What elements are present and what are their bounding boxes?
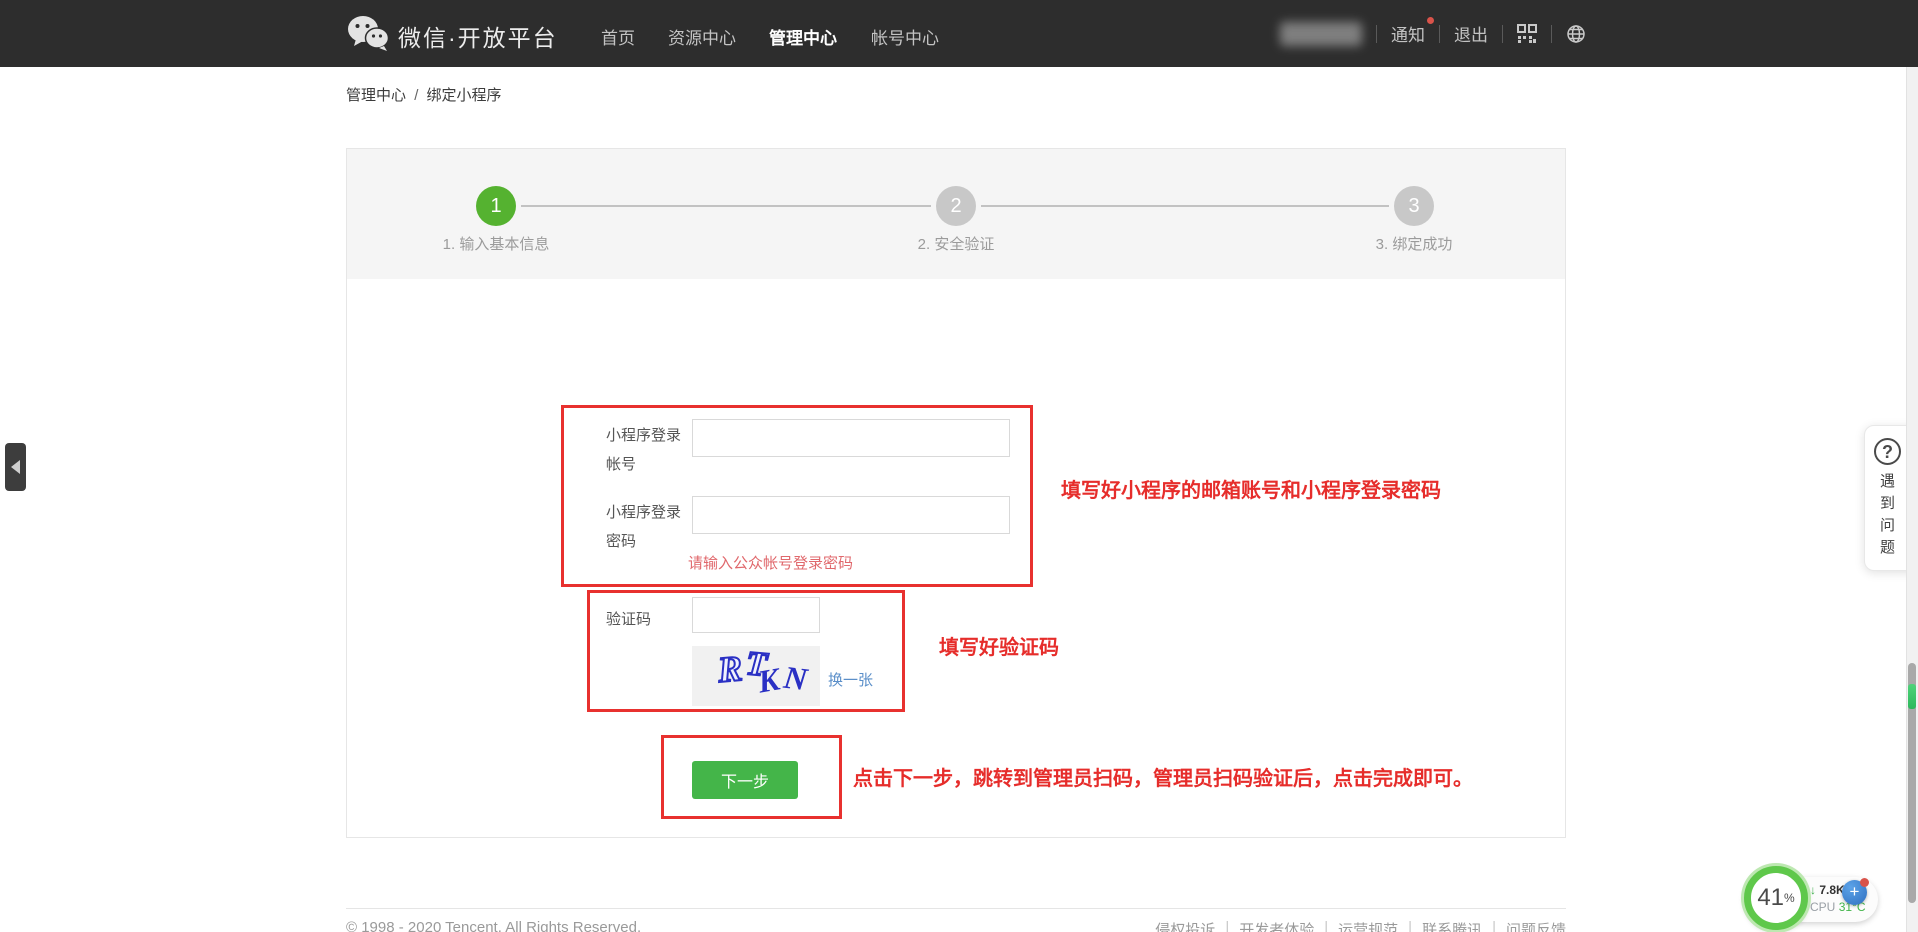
notifications-link[interactable]: 通知 bbox=[1391, 21, 1425, 46]
submit-annotation: 点击下一步，跳转到管理员扫码，管理员扫码验证后，点击完成即可。 bbox=[853, 762, 1473, 791]
captcha-char: N bbox=[782, 659, 809, 699]
help-panel-char: 遇 bbox=[1874, 471, 1901, 493]
captcha-annotation: 填写好验证码 bbox=[939, 631, 1059, 660]
sidebar-collapse-tab[interactable] bbox=[5, 443, 26, 491]
password-error-text: 请输入公众帐号登录密码 bbox=[688, 552, 853, 573]
footer-link-separator: | bbox=[1225, 919, 1229, 932]
bind-miniprogram-card: 1 2 3 1. 输入基本信息 2. 安全验证 3. 绑定成功 小程序登录帐号 … bbox=[346, 148, 1566, 838]
widget-badge-dot bbox=[1860, 878, 1869, 887]
breadcrumb: 管理中心 / 绑定小程序 bbox=[346, 84, 502, 105]
captcha-char: R bbox=[716, 647, 744, 691]
step-3-label: 3. 绑定成功 bbox=[1294, 233, 1534, 254]
nav-item-management[interactable]: 管理中心 bbox=[769, 24, 837, 49]
cpu-label: CPU bbox=[1810, 900, 1835, 914]
breadcrumb-management-center[interactable]: 管理中心 bbox=[346, 87, 406, 104]
fields-annotation: 填写好小程序的邮箱账号和小程序登录密码 bbox=[1061, 474, 1441, 503]
breadcrumb-bind-miniprogram: 绑定小程序 bbox=[427, 87, 502, 104]
step-2-circle: 2 bbox=[936, 186, 976, 226]
password-label: 小程序登录密码 bbox=[606, 498, 692, 556]
help-panel-char: 问 bbox=[1874, 515, 1901, 537]
captcha-refresh-link[interactable]: 换一张 bbox=[828, 669, 873, 690]
footer-divider bbox=[346, 908, 1566, 909]
topbar-right: 通知 退出 bbox=[1280, 0, 1586, 67]
notification-badge-dot bbox=[1427, 17, 1434, 24]
captcha-input[interactable] bbox=[692, 597, 820, 633]
username-redacted[interactable] bbox=[1280, 22, 1362, 46]
divider bbox=[1551, 25, 1552, 43]
chevron-left-icon bbox=[11, 460, 20, 474]
step-connector bbox=[981, 205, 1389, 207]
nav-item-account[interactable]: 帐号中心 bbox=[871, 24, 939, 49]
footer-link-developer[interactable]: 开发者体验 bbox=[1239, 919, 1314, 932]
nav-item-home[interactable]: 首页 bbox=[601, 24, 635, 49]
scrollbar-green-marker bbox=[1908, 684, 1916, 709]
topbar: 微信·开放平台 首页 资源中心 管理中心 帐号中心 通知 退出 bbox=[0, 0, 1918, 67]
step-3-circle: 3 bbox=[1394, 186, 1434, 226]
download-arrow-icon: ↓ bbox=[1810, 883, 1816, 897]
step-connector bbox=[521, 205, 931, 207]
footer-links: 侵权投诉 | 开发者体验 | 运营规范 | 联系腾讯 | 问题反馈 bbox=[1155, 919, 1566, 932]
footer-link-separator: | bbox=[1408, 919, 1412, 932]
screen: 微信·开放平台 首页 资源中心 管理中心 帐号中心 通知 退出 bbox=[0, 0, 1918, 932]
help-panel-char: 题 bbox=[1874, 537, 1901, 559]
stepper: 1 2 3 1. 输入基本信息 2. 安全验证 3. 绑定成功 bbox=[347, 149, 1565, 279]
wechat-logo-icon bbox=[346, 14, 390, 52]
language-globe-icon[interactable] bbox=[1566, 24, 1586, 44]
footer-link-feedback[interactable]: 问题反馈 bbox=[1506, 919, 1566, 932]
password-input[interactable] bbox=[692, 496, 1010, 534]
step-1-label: 1. 输入基本信息 bbox=[376, 233, 616, 254]
account-label: 小程序登录帐号 bbox=[606, 421, 692, 479]
breadcrumb-separator: / bbox=[414, 87, 418, 104]
account-input[interactable] bbox=[692, 419, 1010, 457]
next-step-button[interactable]: 下一步 bbox=[692, 761, 798, 799]
captcha-image[interactable]: R T K N bbox=[692, 646, 820, 706]
footer-link-separator: | bbox=[1492, 919, 1496, 932]
nav-item-resources[interactable]: 资源中心 bbox=[668, 24, 736, 49]
brand-title: 微信·开放平台 bbox=[398, 19, 558, 53]
notifications-label: 通知 bbox=[1391, 26, 1425, 45]
footer-link-complaint[interactable]: 侵权投诉 bbox=[1155, 919, 1215, 932]
question-mark-icon: ? bbox=[1874, 438, 1901, 465]
percent-value: 41 bbox=[1757, 884, 1784, 912]
step-1-circle: 1 bbox=[476, 186, 516, 226]
divider bbox=[1376, 25, 1377, 43]
copyright-text: © 1998 - 2020 Tencent. All Rights Reserv… bbox=[346, 919, 641, 932]
percent-unit: % bbox=[1784, 891, 1795, 905]
logout-link[interactable]: 退出 bbox=[1454, 21, 1488, 46]
help-panel-char: 到 bbox=[1874, 493, 1901, 515]
battery-percent-gauge[interactable]: 41 % bbox=[1744, 866, 1808, 930]
captcha-label: 验证码 bbox=[606, 605, 666, 634]
divider bbox=[1439, 25, 1440, 43]
footer-link-rules[interactable]: 运营规范 bbox=[1338, 919, 1398, 932]
captcha-char: K bbox=[755, 660, 782, 700]
divider bbox=[1502, 25, 1503, 43]
footer-link-contact[interactable]: 联系腾讯 bbox=[1422, 919, 1482, 932]
footer-link-separator: | bbox=[1324, 919, 1328, 932]
step-2-label: 2. 安全验证 bbox=[836, 233, 1076, 254]
qr-code-icon[interactable] bbox=[1517, 24, 1537, 44]
